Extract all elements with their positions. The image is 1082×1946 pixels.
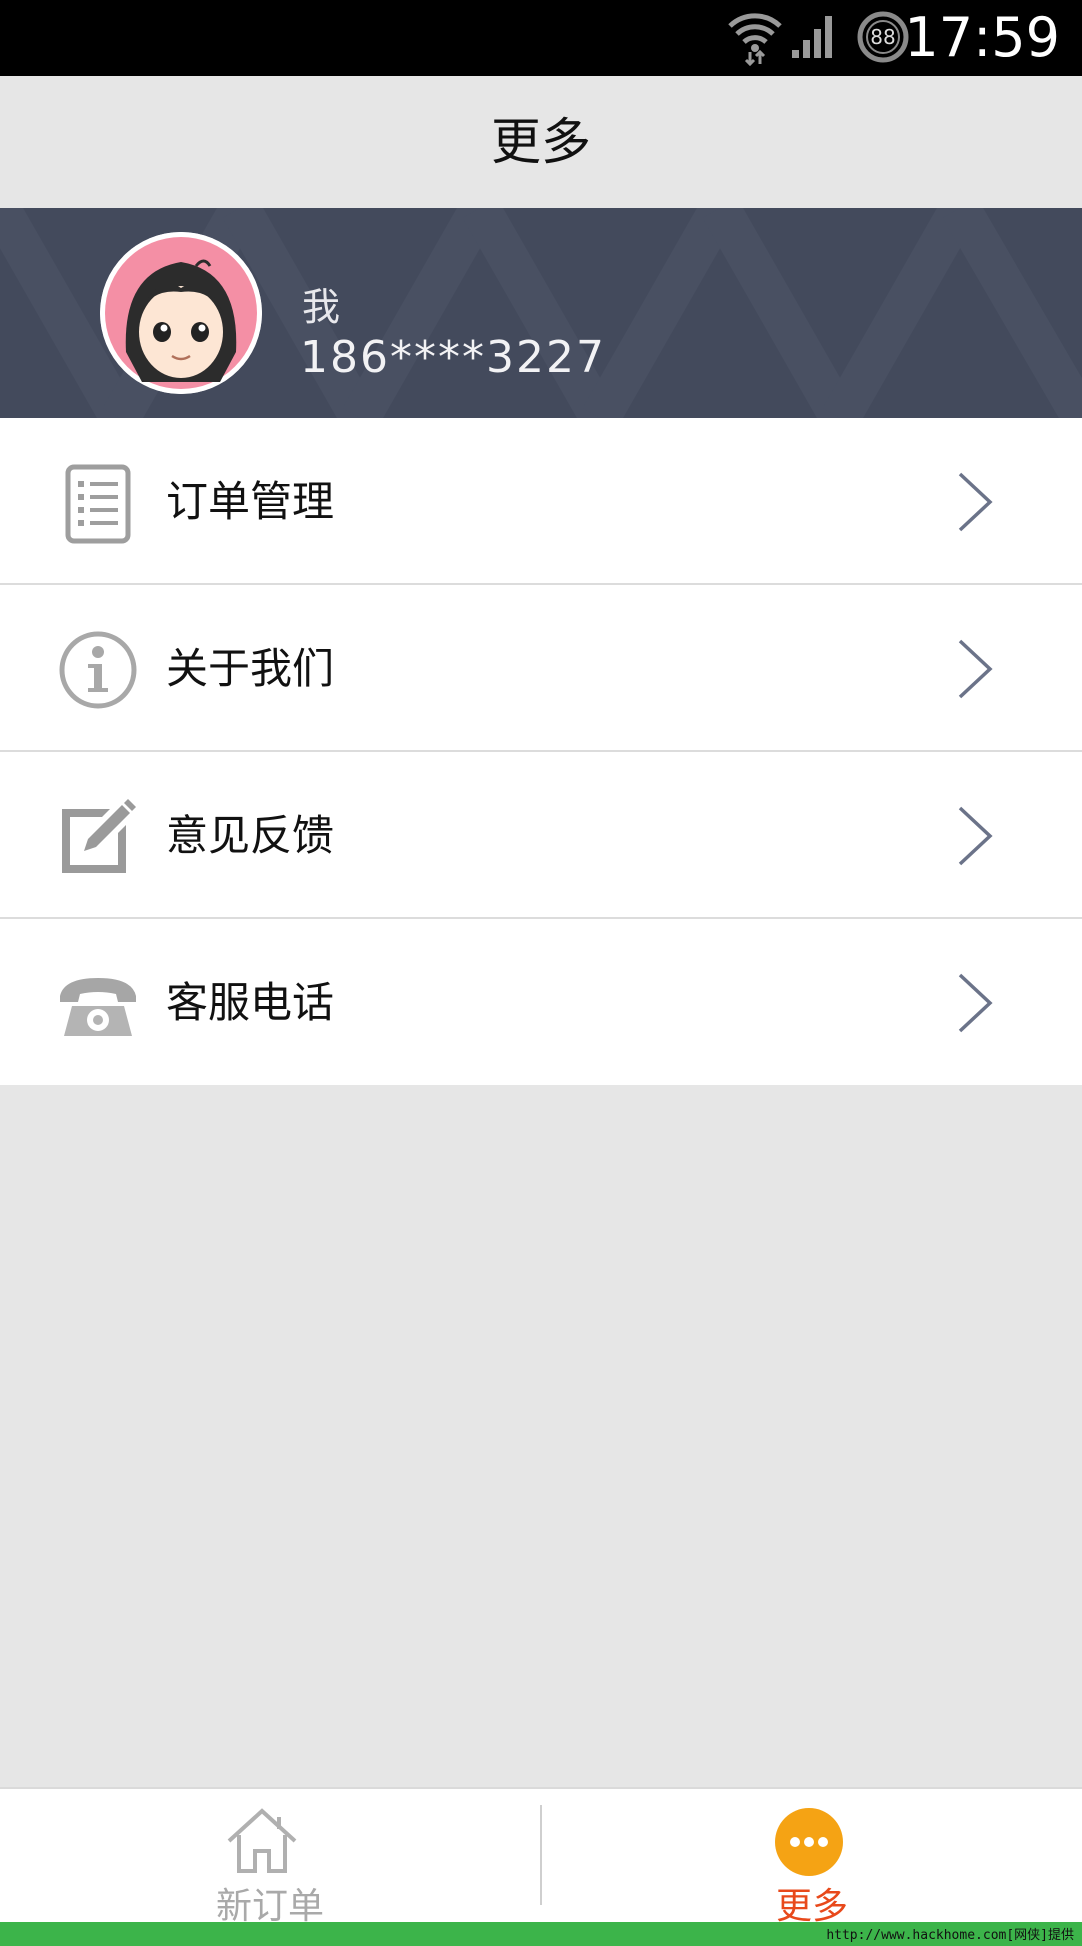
chevron-right-icon [958,639,993,699]
menu-item-order-management[interactable]: 订单管理 [0,418,1082,585]
profile-banner[interactable]: 我 186****3227 [0,208,1082,418]
menu-item-label: 订单管理 [166,477,335,526]
chevron-right-icon [958,806,993,866]
edit-icon [62,799,136,873]
info-icon [59,631,137,709]
home-icon [227,1808,297,1873]
menu-item-label: 意见反馈 [166,811,335,860]
menu-item-label: 客服电话 [166,978,335,1027]
app-screen: 88 17:59 更多 我 186****3227 订单管理 关于我们 意见反馈… [0,0,1082,1946]
wifi-icon [728,13,782,66]
profile-phone: 186****3227 [300,332,606,383]
telephone-icon [60,978,136,1036]
profile-name: 我 [302,285,341,329]
chevron-right-icon [958,973,993,1033]
battery-level: 88 [870,25,896,49]
girl-avatar-icon [100,232,262,394]
menu-item-about-us[interactable]: 关于我们 [0,585,1082,752]
signal-icon [792,16,832,58]
tab-new-order[interactable]: 新订单 [0,1789,540,1927]
more-icon [775,1808,843,1876]
menu-list: 订单管理 关于我们 意见反馈 客服电话 [0,418,1082,1085]
status-time: 17:59 [904,6,1060,69]
menu-item-feedback[interactable]: 意见反馈 [0,752,1082,919]
watermark-strip: http://www.hackhome.com[网侠]提供 [0,1922,1082,1946]
chevron-right-icon [958,472,993,532]
menu-item-label: 关于我们 [166,644,335,693]
tab-more[interactable]: 更多 [542,1789,1082,1927]
watermark-text: http://www.hackhome.com[网侠]提供 [826,1928,1074,1943]
status-bar: 88 17:59 [0,0,1082,76]
avatar[interactable] [100,232,262,394]
title-bar: 更多 [0,76,1082,208]
page-title: 更多 [491,113,591,171]
menu-item-customer-service[interactable]: 客服电话 [0,919,1082,1085]
document-list-icon [65,464,131,544]
bottom-nav: 新订单 更多 [0,1787,1082,1927]
